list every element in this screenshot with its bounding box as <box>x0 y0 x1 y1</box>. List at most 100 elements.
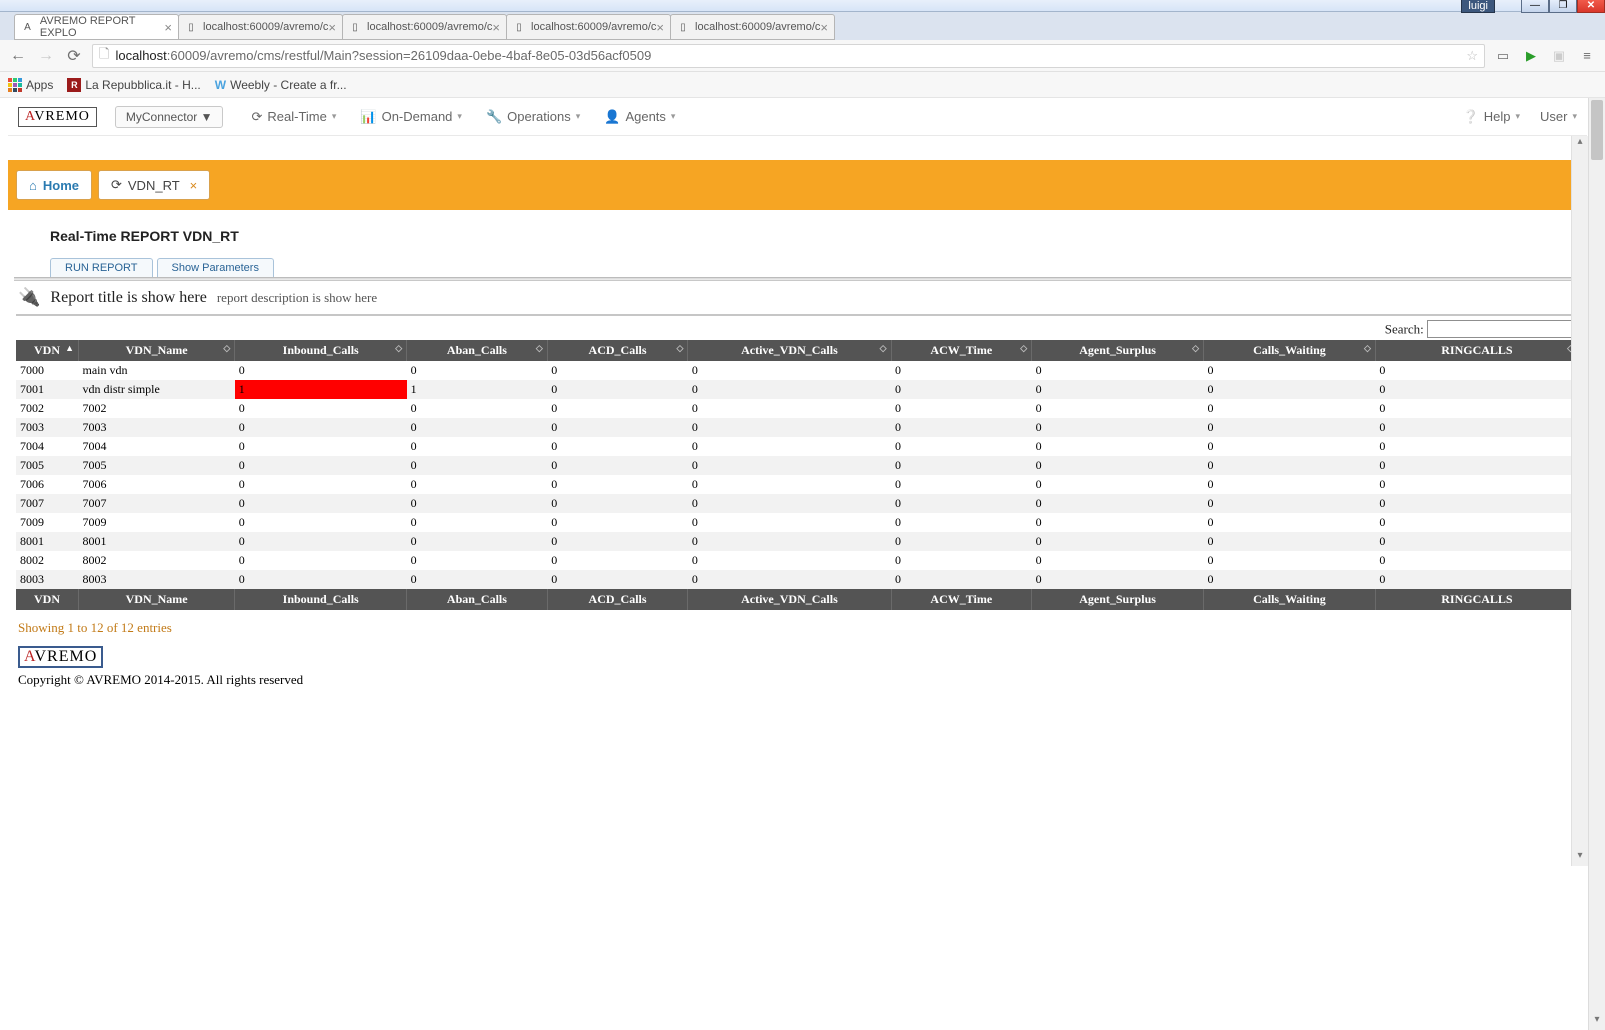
browser-tab[interactable]: ▯localhost:60009/avremo/c× <box>506 14 671 40</box>
menu-ondemand[interactable]: 📊On-Demand▾ <box>360 109 462 125</box>
bookmark-apps-label: Apps <box>26 78 53 92</box>
table-cell: 0 <box>891 513 1032 532</box>
url-input[interactable]: 🗋 localhost:60009/avremo/cms/restful/Mai… <box>92 44 1485 68</box>
window-close-button[interactable]: ✕ <box>1577 0 1605 13</box>
brand-text: VREMO <box>34 109 90 124</box>
menu-user[interactable]: User▾ <box>1540 109 1577 125</box>
table-cell: 0 <box>1204 380 1376 399</box>
tab-close-icon[interactable]: × <box>656 20 664 35</box>
column-header[interactable]: Agent_Surplus◇ <box>1032 340 1204 361</box>
page-icon: 🗋 <box>99 45 109 67</box>
url-host: localhost <box>115 48 166 63</box>
bookmark-repubblica[interactable]: RLa Repubblica.it - H... <box>67 78 200 92</box>
caret-down-icon: ▾ <box>1515 111 1520 122</box>
sort-icon: ◇ <box>536 343 543 354</box>
window-maximize-button[interactable]: ❐ <box>1549 0 1577 13</box>
table-cell: 0 <box>1375 551 1578 570</box>
connector-dropdown[interactable]: MyConnector ▼ <box>115 106 224 128</box>
browser-tab[interactable]: ▯localhost:60009/avremo/c× <box>342 14 507 40</box>
table-row[interactable]: 7002700200000000 <box>16 399 1579 418</box>
tab-home[interactable]: ⌂Home <box>16 170 92 200</box>
tab-vdn-rt[interactable]: ⟳VDN_RT× <box>98 170 210 200</box>
table-cell: 0 <box>891 380 1032 399</box>
outer-scrollbar[interactable]: ▴ ▾ <box>1588 98 1605 1030</box>
chrome-menu-icon[interactable]: ≡ <box>1577 46 1597 66</box>
table-row[interactable]: 8002800200000000 <box>16 551 1579 570</box>
caret-down-icon: ▾ <box>457 111 462 122</box>
bookmark-weebly[interactable]: WWeebly - Create a fr... <box>215 78 347 92</box>
menu-agents-label: Agents <box>625 109 665 124</box>
nav-back-button[interactable]: ← <box>8 46 28 66</box>
menu-agents[interactable]: 👤Agents▾ <box>604 109 675 125</box>
column-header[interactable]: ACW_Time◇ <box>891 340 1032 361</box>
table-cell: 0 <box>1375 380 1578 399</box>
window-minimize-button[interactable]: — <box>1521 0 1549 13</box>
column-header[interactable]: Inbound_Calls◇ <box>235 340 407 361</box>
menu-realtime[interactable]: ⟳Real-Time▾ <box>251 109 336 125</box>
table-cell: 1 <box>407 380 548 399</box>
table-row[interactable]: 7006700600000000 <box>16 475 1579 494</box>
table-cell: 7003 <box>79 418 235 437</box>
bookmark-star-icon[interactable]: ☆ <box>1466 48 1478 64</box>
menu-operations[interactable]: 🔧Operations▾ <box>486 109 580 125</box>
scroll-up-icon[interactable]: ▴ <box>1572 136 1588 152</box>
bookmark-apps[interactable]: Apps <box>8 78 53 92</box>
table-cell: 0 <box>1204 494 1376 513</box>
table-cell: 7006 <box>79 475 235 494</box>
table-cell: 7002 <box>79 399 235 418</box>
column-footer: RINGCALLS <box>1375 589 1578 610</box>
column-header[interactable]: ACD_Calls◇ <box>547 340 688 361</box>
table-row[interactable]: 8003800300000000 <box>16 570 1579 589</box>
table-row[interactable]: 7003700300000000 <box>16 418 1579 437</box>
show-parameters-button[interactable]: Show Parameters <box>157 258 274 277</box>
tab-close-icon[interactable]: × <box>820 20 828 35</box>
table-row[interactable]: 7000main vdn00000000 <box>16 361 1579 380</box>
table-row[interactable]: 7004700400000000 <box>16 437 1579 456</box>
scroll-down-icon[interactable]: ▾ <box>1572 850 1588 866</box>
column-header[interactable]: Calls_Waiting◇ <box>1204 340 1376 361</box>
table-row[interactable]: 8001800100000000 <box>16 532 1579 551</box>
table-cell: 0 <box>688 475 891 494</box>
browser-tab[interactable]: ▯localhost:60009/avremo/c× <box>178 14 343 40</box>
browser-tab[interactable]: AAVREMO REPORT EXPLO× <box>14 14 179 40</box>
extension-play-icon[interactable]: ▶ <box>1521 46 1541 66</box>
table-cell: 0 <box>407 437 548 456</box>
inner-scrollbar[interactable]: ▴ ▾ <box>1571 136 1588 866</box>
scrollbar-thumb[interactable] <box>1591 100 1603 160</box>
menu-operations-label: Operations <box>507 109 571 124</box>
table-row[interactable]: 7009700900000000 <box>16 513 1579 532</box>
tab-close-icon[interactable]: × <box>164 20 172 35</box>
table-cell: 0 <box>547 418 688 437</box>
column-header[interactable]: Active_VDN_Calls◇ <box>688 340 891 361</box>
table-cell: 0 <box>547 399 688 418</box>
extension-inactive-icon[interactable]: ▣ <box>1549 46 1569 66</box>
table-row[interactable]: 7001vdn distr simple11000000 <box>16 380 1579 399</box>
column-header[interactable]: VDN▲ <box>16 340 79 361</box>
run-report-button[interactable]: RUN REPORT <box>50 258 153 277</box>
column-header[interactable]: RINGCALLS◇ <box>1375 340 1578 361</box>
nav-forward-button[interactable]: → <box>36 46 56 66</box>
table-row[interactable]: 7007700700000000 <box>16 494 1579 513</box>
table-cell: 0 <box>688 399 891 418</box>
search-input[interactable] <box>1427 320 1577 338</box>
nav-reload-button[interactable]: ⟳ <box>64 46 84 66</box>
sort-icon: ▲ <box>65 343 74 353</box>
column-header[interactable]: Aban_Calls◇ <box>407 340 548 361</box>
table-cell: 0 <box>688 437 891 456</box>
tab-close-icon[interactable]: × <box>190 178 198 193</box>
window-titlebar: luigi — ❐ ✕ <box>0 0 1605 12</box>
table-cell: 0 <box>1204 437 1376 456</box>
tab-close-icon[interactable]: × <box>328 20 336 35</box>
browser-tab[interactable]: ▯localhost:60009/avremo/c× <box>670 14 835 40</box>
column-header[interactable]: VDN_Name◇ <box>79 340 235 361</box>
table-cell: 8001 <box>16 532 79 551</box>
table-row[interactable]: 7005700500000000 <box>16 456 1579 475</box>
favicon-icon: ▯ <box>349 20 361 34</box>
table-cell: 0 <box>407 532 548 551</box>
cast-icon[interactable]: ▭ <box>1493 46 1513 66</box>
tab-close-icon[interactable]: × <box>492 20 500 35</box>
scroll-down-icon[interactable]: ▾ <box>1589 1014 1605 1030</box>
brand-logo[interactable]: AVREMO <box>18 107 97 127</box>
caret-down-icon: ▾ <box>576 111 581 122</box>
menu-help[interactable]: ❔Help▾ <box>1463 109 1520 125</box>
